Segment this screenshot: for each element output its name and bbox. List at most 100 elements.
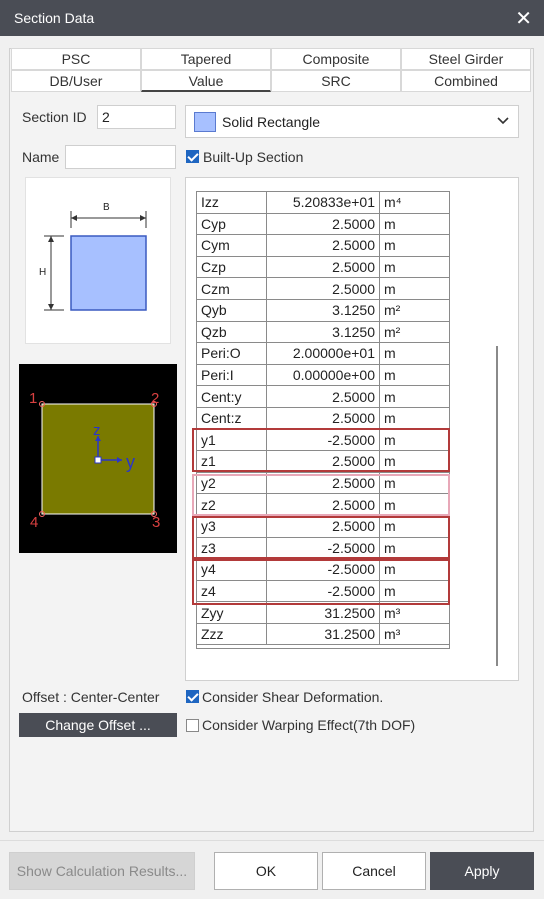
shape-dropdown[interactable]: Solid Rectangle: [185, 105, 519, 138]
axis-z-label: z: [93, 422, 101, 439]
highlight-y1-z1: [192, 428, 450, 472]
property-name: Izz: [196, 191, 267, 214]
property-unit: m: [379, 234, 450, 257]
property-name: Cent:z: [196, 406, 267, 430]
dim-h-label: H: [39, 267, 47, 278]
property-value: 2.5000: [266, 212, 380, 236]
property-unit: m³: [379, 601, 450, 624]
shear-deformation-label: Consider Shear Deformation.: [202, 689, 384, 705]
apply-button[interactable]: Apply: [430, 852, 534, 890]
property-value: 2.5000: [266, 406, 380, 430]
property-value: 2.5000: [266, 277, 380, 300]
property-unit: m: [379, 406, 450, 430]
tab-steel-girder[interactable]: Steel Girder: [401, 48, 531, 70]
property-value: 3.1250: [266, 298, 380, 322]
property-unit: m²: [379, 298, 450, 322]
table-row[interactable]: Cent:z 2.5000 m: [196, 406, 450, 430]
highlight-y4-z4: [192, 559, 450, 605]
property-name: Cym: [196, 234, 267, 257]
property-value: 0.00000e+00: [266, 363, 380, 387]
table-row[interactable]: Cym 2.5000 m: [196, 234, 450, 257]
highlight-y3-z3: [192, 516, 450, 559]
tab-tapered[interactable]: Tapered: [141, 48, 271, 70]
properties-scrollbar[interactable]: [496, 346, 498, 666]
corner-2-label: 2: [151, 390, 160, 407]
table-row[interactable]: Cent:y 2.5000 m: [196, 385, 450, 408]
offset-label: Offset : Center-Center: [22, 689, 160, 705]
built-up-checkbox[interactable]: [186, 150, 199, 163]
axis-y-label: y: [126, 452, 135, 472]
tab-composite[interactable]: Composite: [271, 48, 401, 70]
property-name: Czp: [196, 255, 267, 279]
warping-effect-checkbox[interactable]: [186, 719, 199, 732]
property-name: Czm: [196, 277, 267, 300]
close-icon[interactable]: ✕: [515, 6, 532, 31]
built-up-label: Built-Up Section: [203, 149, 304, 165]
table-row[interactable]: Peri:I 0.00000e+00 m: [196, 363, 450, 387]
tab-combined[interactable]: Combined: [401, 70, 531, 92]
property-value: 31.2500: [266, 622, 380, 646]
table-row[interactable]: Qzb 3.1250 m²: [196, 320, 450, 344]
property-name: Qzb: [196, 320, 267, 344]
tab-psc[interactable]: PSC: [11, 48, 141, 70]
chevron-down-icon: [496, 113, 510, 130]
corner-4-label: 4: [30, 514, 39, 531]
change-offset-button[interactable]: Change Offset ...: [19, 713, 177, 737]
cancel-button[interactable]: Cancel: [322, 852, 426, 890]
title-bar: Section Data ✕: [0, 0, 544, 36]
highlight-y2-z2: [192, 474, 450, 516]
ok-button[interactable]: OK: [214, 852, 318, 890]
property-name: Peri:I: [196, 363, 267, 387]
property-unit: m: [379, 363, 450, 387]
shape-preview: B H: [25, 177, 171, 344]
property-value: 2.5000: [266, 255, 380, 279]
shape-dropdown-value: Solid Rectangle: [222, 114, 321, 130]
tab-value[interactable]: Value: [141, 70, 271, 92]
property-value: 31.2500: [266, 601, 380, 624]
dim-b-label: B: [103, 202, 110, 213]
shape-preview-drawing: [44, 211, 147, 311]
footer-separator: [0, 840, 544, 841]
property-unit: m: [379, 277, 450, 300]
property-value: 2.5000: [266, 234, 380, 257]
property-unit: m: [379, 255, 450, 279]
solid-rectangle-icon: [194, 112, 216, 132]
property-unit: m: [379, 385, 450, 408]
table-row[interactable]: Czp 2.5000 m: [196, 255, 450, 279]
show-calculation-results-button[interactable]: Show Calculation Results...: [9, 852, 195, 890]
section-view: 1 2 3 4 y z: [19, 364, 177, 553]
property-unit: m: [379, 212, 450, 236]
property-value: 2.00000e+01: [266, 342, 380, 365]
shear-deformation-checkbox[interactable]: [186, 690, 199, 703]
property-name: Qyb: [196, 298, 267, 322]
warping-effect-label: Consider Warping Effect(7th DOF): [202, 717, 416, 733]
name-input[interactable]: [65, 145, 176, 169]
property-name: Peri:O: [196, 342, 267, 365]
tab-db-user[interactable]: DB/User: [11, 70, 141, 92]
property-unit: m⁴: [379, 191, 450, 214]
table-row[interactable]: Zzz 31.2500 m³: [196, 622, 450, 646]
property-value: 5.20833e+01: [266, 191, 380, 214]
table-row[interactable]: Czm 2.5000 m: [196, 277, 450, 300]
property-name: Cent:y: [196, 385, 267, 408]
property-unit: m: [379, 342, 450, 365]
property-value: 2.5000: [266, 385, 380, 408]
property-unit: m²: [379, 320, 450, 344]
property-name: Zyy: [196, 601, 267, 624]
property-value: 3.1250: [266, 320, 380, 344]
name-label: Name: [22, 149, 60, 165]
section-id-input[interactable]: 2: [97, 105, 176, 129]
section-id-label: Section ID: [22, 109, 87, 125]
table-row[interactable]: Qyb 3.1250 m²: [196, 298, 450, 322]
property-name: Cyp: [196, 212, 267, 236]
corner-3-label: 3: [152, 514, 161, 531]
window-title: Section Data: [14, 10, 95, 26]
corner-1-label: 1: [29, 390, 38, 407]
table-row[interactable]: Peri:O 2.00000e+01 m: [196, 342, 450, 365]
table-row[interactable]: Izz 5.20833e+01 m⁴: [196, 191, 450, 214]
tab-src[interactable]: SRC: [271, 70, 401, 92]
table-row[interactable]: Zyy 31.2500 m³: [196, 601, 450, 624]
table-row[interactable]: Cyp 2.5000 m: [196, 212, 450, 236]
property-name: Zzz: [196, 622, 267, 646]
property-unit: m³: [379, 622, 450, 646]
